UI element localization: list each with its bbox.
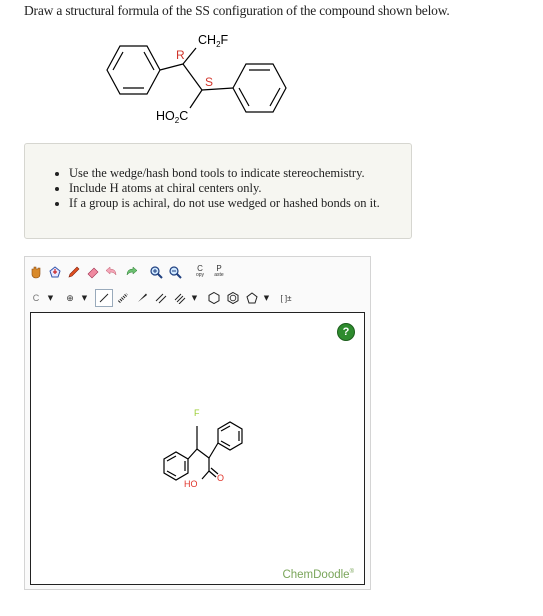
eraser-icon[interactable] bbox=[84, 263, 102, 281]
copy-button[interactable]: C opy bbox=[191, 263, 209, 281]
charge-button[interactable]: ⊕ bbox=[61, 289, 79, 307]
template-icon[interactable] bbox=[46, 263, 64, 281]
reference-structure: R S CH2F HO2C bbox=[106, 33, 287, 125]
left-benzene-ring bbox=[106, 45, 161, 95]
ring-dropdown-icon[interactable]: ▼ bbox=[262, 294, 271, 302]
hash-bond-button[interactable] bbox=[114, 289, 132, 307]
drawing-canvas[interactable]: F HO O ? ChemDoodle® bbox=[30, 312, 365, 585]
help-icon[interactable]: ? bbox=[337, 323, 355, 341]
oxygen-label: O bbox=[217, 473, 224, 483]
charge-dropdown-icon[interactable]: ▼ bbox=[80, 294, 89, 302]
redo-icon[interactable] bbox=[122, 263, 140, 281]
triple-bond-button[interactable] bbox=[171, 289, 189, 307]
undo-icon[interactable] bbox=[103, 263, 121, 281]
instructions-box: Use the wedge/hash bond tools to indicat… bbox=[24, 143, 412, 239]
right-benzene-ring bbox=[232, 63, 287, 113]
cyclohexane-button[interactable] bbox=[205, 289, 223, 307]
benzene-button[interactable] bbox=[224, 289, 242, 307]
element-dropdown-icon[interactable]: ▼ bbox=[46, 294, 55, 302]
fluorine-label: F bbox=[194, 408, 200, 418]
toolbar-bottom: C ▼ ⊕ ▼ ▼ ▼ [ ]± bbox=[27, 287, 296, 309]
ch2f-label: CH2F bbox=[198, 33, 229, 49]
drawn-molecule: F HO O bbox=[163, 408, 243, 489]
toolbar-top: C opy P aste bbox=[27, 261, 229, 283]
bracket-button[interactable]: [ ]± bbox=[277, 289, 295, 307]
double-bond-button[interactable] bbox=[152, 289, 170, 307]
hydroxyl-label: HO bbox=[184, 479, 198, 489]
s-label: S bbox=[205, 75, 213, 89]
bond-dropdown-icon[interactable]: ▼ bbox=[190, 294, 199, 302]
instruction-item: Use the wedge/hash bond tools to indicat… bbox=[69, 166, 411, 181]
chemdoodle-editor: C opy P aste C ▼ ⊕ ▼ ▼ ▼ []± F HO O ? C… bbox=[24, 256, 371, 590]
instruction-item: Include H atoms at chiral centers only. bbox=[69, 181, 411, 196]
paste-button[interactable]: P aste bbox=[210, 263, 228, 281]
pencil-icon[interactable] bbox=[65, 263, 83, 281]
hand-icon[interactable] bbox=[27, 263, 45, 281]
element-button[interactable]: C bbox=[27, 289, 45, 307]
cyclopentane-button[interactable] bbox=[243, 289, 261, 307]
instruction-item: If a group is achiral, do not use wedged… bbox=[69, 196, 411, 211]
zoom-out-icon[interactable] bbox=[166, 263, 184, 281]
wedge-bond-button[interactable] bbox=[133, 289, 151, 307]
zoom-in-icon[interactable] bbox=[147, 263, 165, 281]
single-bond-button[interactable] bbox=[95, 289, 113, 307]
ho2c-label: HO2C bbox=[156, 109, 188, 125]
r-label: R bbox=[176, 48, 185, 62]
chemdoodle-brand: ChemDoodle® bbox=[282, 569, 354, 581]
